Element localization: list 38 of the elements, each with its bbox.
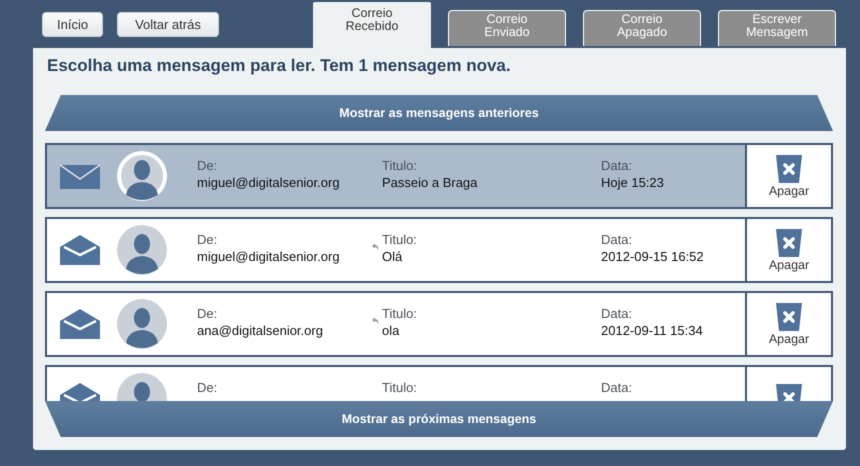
nav-button[interactable]: Voltar atrás (117, 12, 219, 37)
message-row[interactable]: De: Titulo: Data: (45, 365, 833, 401)
date-label: Data: (601, 305, 634, 322)
sender-address: miguel@digitalsenior.org (197, 248, 341, 265)
title-label: Titulo: (382, 157, 418, 174)
from-label: De: (197, 157, 218, 174)
date-label: Data: (601, 231, 634, 248)
avatar-icon (117, 225, 167, 275)
trash-bin-icon (776, 302, 802, 330)
previous-messages-button[interactable]: Mostrar as mensagens anteriores (45, 95, 833, 131)
message-title: ola (382, 322, 400, 339)
from-label: De: (197, 231, 218, 248)
message-date: Hoje 15:23 (601, 174, 665, 191)
message-date: 2012-09-11 15:34 (601, 322, 704, 339)
title-label: Titulo: (382, 379, 417, 396)
sender-address: ana@digitalsenior.org (197, 322, 324, 339)
message-row[interactable]: De: ana@digitalsenior.org Titulo: ola Data: 2012-09-11 15:34 Apagar (45, 291, 833, 357)
message-row[interactable]: De: miguel@digitalsenior.org Titulo: Olá Data: 2012-09-15 16:52 Apagar (45, 217, 833, 283)
avatar-icon (117, 151, 167, 201)
instruction-heading: Escolha uma mensagem para ler. Tem 1 mensagem nova. (46, 56, 512, 76)
nav-button[interactable]: Início (42, 12, 104, 37)
from-label: De: (197, 305, 218, 322)
delete-button[interactable]: Apagar (745, 145, 831, 207)
from-label: De: (197, 379, 218, 396)
trash-bin-icon (776, 154, 802, 182)
date-label: Data: (601, 379, 634, 396)
message-title: Olá (382, 248, 404, 265)
date-label: Data: (601, 157, 634, 174)
tab[interactable]: Correio Recebido (313, 2, 431, 48)
message-title: Passeio a Braga (382, 174, 478, 191)
sender-address: miguel@digitalsenior.org (197, 174, 341, 191)
title-label: Titulo: (382, 305, 417, 322)
next-messages-button[interactable]: Mostrar as próximas mensagens (45, 401, 833, 437)
title-label: Titulo: (382, 231, 417, 248)
message-row[interactable]: De: miguel@digitalsenior.org Titulo: Passeio a Braga Data: Hoje 15:23 Apagar (45, 143, 833, 209)
trash-bin-icon (776, 228, 802, 256)
message-date: 2012-09-15 16:52 (601, 248, 705, 265)
avatar-icon (117, 299, 167, 349)
